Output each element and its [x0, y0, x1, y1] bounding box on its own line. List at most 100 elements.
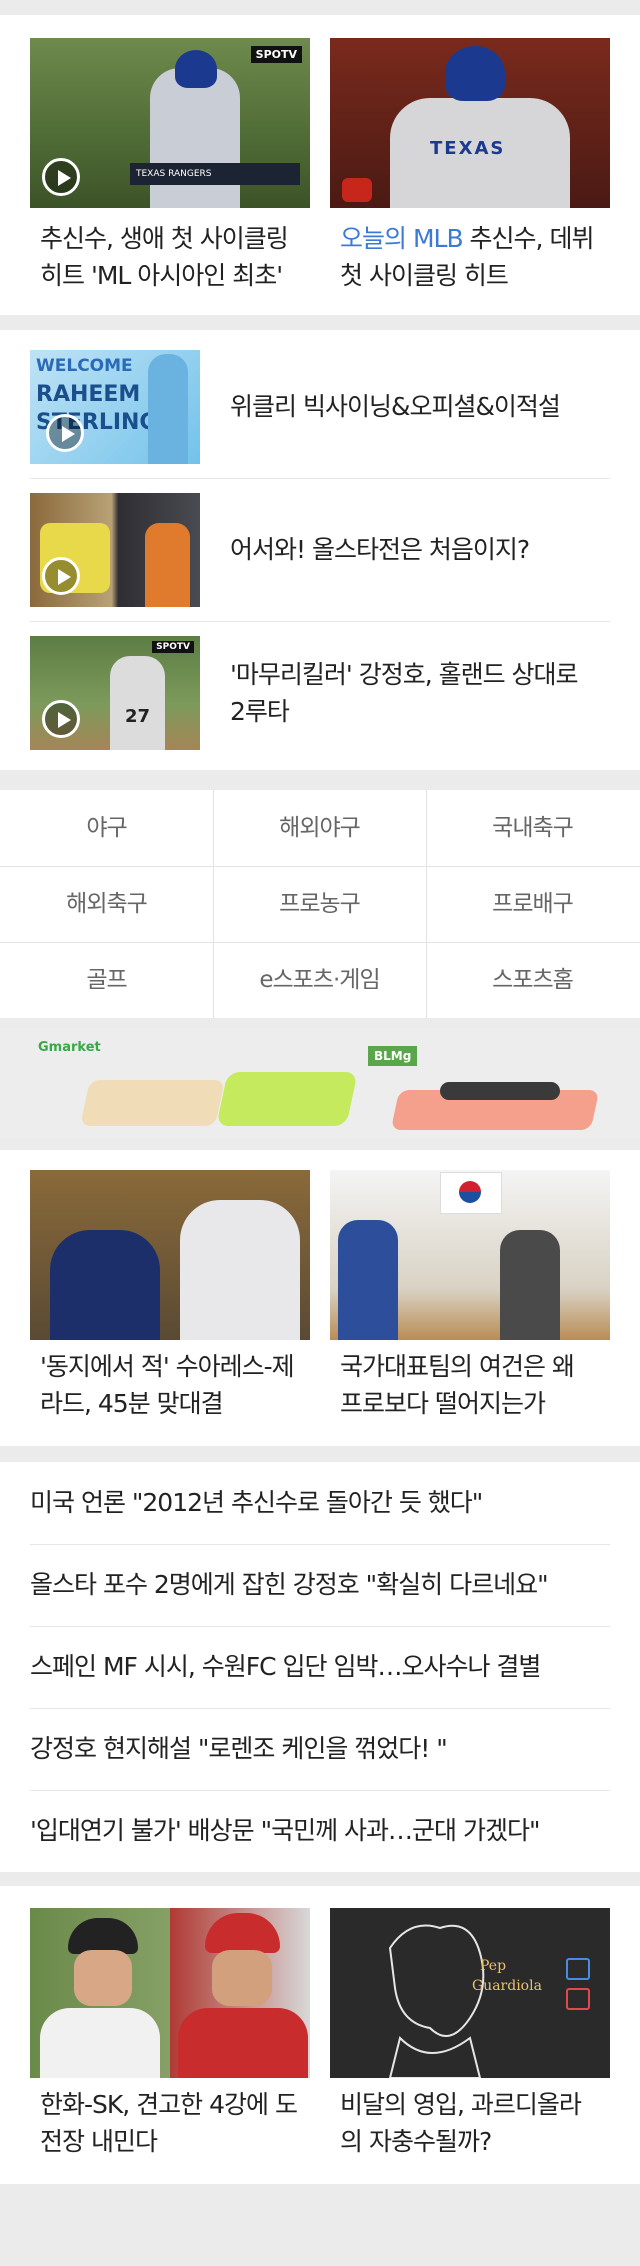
thumb-text-welcome: WELCOME: [36, 356, 133, 376]
bottom-article-title-2-line1: 비달의 영입, 과르디올라: [340, 2090, 582, 2119]
play-icon[interactable]: [42, 557, 80, 595]
video-thumb-choo-2[interactable]: TEXAS: [330, 38, 610, 208]
player-figure: [150, 68, 240, 208]
player-dark-shirt: [50, 1230, 160, 1340]
photo-article-title-1-line1: '동지에서 적' 수아레스-제: [40, 1352, 295, 1381]
grid-line-v2: [426, 790, 427, 1018]
play-icon[interactable]: [42, 158, 80, 196]
video-thumb-choo-1[interactable]: TEXAS RANGERS SPOTV: [30, 38, 310, 208]
reclining-person: [440, 1082, 560, 1100]
bottom-article-title-1-line1: 한화-SK, 견고한 4강에 도: [40, 2090, 298, 2119]
player-helmet: [445, 46, 505, 101]
headline-item[interactable]: 강정호 현지해설 "로렌조 케인을 꺾었다! ": [30, 1708, 610, 1790]
list-item-title-line2: 2루타: [230, 697, 290, 726]
coach-left-face: [74, 1950, 132, 2006]
thumb-text-raheem: RAHEEM: [36, 382, 141, 407]
neon-text-pep: Pep: [480, 1958, 507, 1974]
category-mlb[interactable]: 해외야구: [213, 790, 426, 866]
player-jersey: [145, 523, 190, 607]
coach-right-cap: [205, 1913, 280, 1953]
list-item[interactable]: 어서와! 올스타전은 처음이지?: [30, 493, 610, 607]
mlb-prefix: 오늘의 MLB: [340, 224, 464, 253]
list-item-title-line1: 위클리 빅사이닝&오피셜&이적설: [230, 392, 561, 421]
headline-list: 미국 언론 "2012년 추신수로 돌아간 듯 했다" 올스타 포수 2명에게 …: [0, 1462, 640, 1872]
list-item-title: 어서와! 올스타전은 처음이지?: [230, 531, 610, 568]
bottom-article-section: 한화-SK, 견고한 4강에 도 전장 내민다 Pep Guardiola 비달…: [0, 1886, 640, 2184]
photo-guardiola-neon[interactable]: Pep Guardiola: [330, 1908, 610, 2078]
jersey-text: TEXAS: [430, 138, 506, 159]
player-figure: [110, 656, 165, 750]
blmg-logo: BLMg: [368, 1046, 418, 1066]
list-item-title: '마무리킬러' 강정호, 홀랜드 상대로 2루타: [230, 656, 610, 730]
bottom-article-title-1-line2: 전장 내민다: [40, 2127, 158, 2156]
category-golf[interactable]: 골프: [0, 942, 213, 1018]
jersey-number: 27: [125, 706, 151, 727]
photo-article-title-2[interactable]: 국가대표팀의 여건은 왜 프로보다 떨어지는가: [340, 1348, 610, 1422]
photo-hanwha-sk[interactable]: [30, 1908, 310, 2078]
category-basketball[interactable]: 프로농구: [213, 866, 426, 942]
photo-article-section: '동지에서 적' 수아레스-제 라드, 45분 맞대결 국가대표팀의 여건은 왜…: [0, 1150, 640, 1446]
video-title-2-line2: 첫 사이클링 히트: [340, 261, 509, 290]
photo-national-team[interactable]: [330, 1170, 610, 1340]
category-esports[interactable]: e스포츠·게임: [213, 942, 426, 1018]
video-title-2-line1: 오늘의 MLB 추신수, 데뷔: [340, 220, 610, 257]
photo-article-title-1-line2: 라드, 45분 맞대결: [40, 1389, 224, 1418]
sofa-beige: [80, 1080, 225, 1126]
divider: [30, 478, 610, 479]
photo-article-title-2-line1: 국가대표팀의 여건은 왜: [340, 1352, 575, 1381]
thumbs-up-icon: [566, 1958, 590, 1980]
coach-right-face: [212, 1950, 272, 2006]
list-item-title-line1: '마무리킬러' 강정호, 홀랜드 상대로: [230, 660, 579, 689]
video-thumb-sterling: WELCOME RAHEEM STERLING: [30, 350, 200, 464]
category-volleyball[interactable]: 프로배구: [426, 866, 639, 942]
coach-left-cap: [68, 1918, 138, 1954]
play-icon[interactable]: [42, 700, 80, 738]
sofa-green: [216, 1072, 358, 1126]
player-helmet: [175, 50, 217, 88]
category-grid: 야구 해외야구 국내축구 해외축구 프로농구 프로배구 골프 e스포츠·게임 스…: [0, 790, 640, 1018]
thumbs-down-icon: [566, 1988, 590, 2010]
glove: [342, 178, 372, 202]
coach-left-body: [40, 2008, 160, 2078]
video-title-2-text: 추신수, 데뷔: [462, 224, 595, 253]
neon-text-guardiola: Guardiola: [472, 1978, 542, 1994]
grid-line-h1: [0, 866, 640, 867]
bottom-article-title-2[interactable]: 비달의 영입, 과르디올라 의 자충수될까?: [340, 2086, 610, 2160]
headline-item[interactable]: '입대연기 불가' 배상문 "국민께 사과…군대 가겠다": [30, 1790, 610, 1872]
video-list-section: WELCOME RAHEEM STERLING 위클리 빅사이닝&오피셜&이적설…: [0, 330, 640, 770]
headline-item[interactable]: 미국 언론 "2012년 추신수로 돌아간 듯 했다": [30, 1462, 610, 1544]
photo-suarez-gerrard[interactable]: [30, 1170, 310, 1340]
player-figure: [148, 354, 188, 464]
category-baseball[interactable]: 야구: [0, 790, 213, 866]
grid-line-v1: [213, 790, 214, 1018]
divider: [30, 621, 610, 622]
category-world-soccer[interactable]: 해외축구: [0, 866, 213, 942]
ad-banner[interactable]: Gmarket BLMg: [0, 1028, 640, 1138]
bottom-article-title-1[interactable]: 한화-SK, 견고한 4강에 도 전장 내민다: [40, 2086, 310, 2160]
video-title-1-line1: 추신수, 생애 첫 사이클링: [40, 224, 289, 253]
video-title-1[interactable]: 추신수, 생애 첫 사이클링 히트 'ML 아시아인 최초': [40, 220, 310, 294]
list-item-title: 위클리 빅사이닝&오피셜&이적설: [230, 388, 610, 425]
spotv-badge: SPOTV: [250, 46, 302, 63]
photo-article-title-1[interactable]: '동지에서 적' 수아레스-제 라드, 45분 맞대결: [40, 1348, 310, 1422]
grid-line-h2: [0, 942, 640, 943]
category-sports-home[interactable]: 스포츠홈: [426, 942, 639, 1018]
video-title-2[interactable]: 오늘의 MLB 추신수, 데뷔 첫 사이클링 히트: [340, 220, 610, 294]
bottom-article-title-2-line2: 의 자충수될까?: [340, 2127, 492, 2156]
player-right: [500, 1230, 560, 1340]
list-item-title-line1: 어서와! 올스타전은 처음이지?: [230, 535, 530, 564]
spotv-badge: SPOTV: [152, 641, 194, 653]
player-left: [338, 1220, 398, 1340]
gmarket-logo: Gmarket: [38, 1040, 101, 1055]
photo-article-title-2-line2: 프로보다 떨어지는가: [340, 1389, 546, 1418]
score-bar: TEXAS RANGERS: [130, 163, 300, 185]
video-title-1-line2: 히트 'ML 아시아인 최초': [40, 261, 283, 290]
video-thumb-allstar: [30, 493, 200, 607]
flag-emblem: [459, 1181, 481, 1203]
play-icon[interactable]: [46, 414, 84, 452]
list-item[interactable]: SPOTV 27 '마무리킬러' 강정호, 홀랜드 상대로 2루타: [30, 636, 610, 750]
headline-item[interactable]: 올스타 포수 2명에게 잡힌 강정호 "확실히 다르네요": [30, 1544, 610, 1626]
headline-item[interactable]: 스페인 MF 시시, 수원FC 입단 임박…오사수나 결별: [30, 1626, 610, 1708]
category-kleague[interactable]: 국내축구: [426, 790, 639, 866]
list-item[interactable]: WELCOME RAHEEM STERLING 위클리 빅사이닝&오피셜&이적설: [30, 350, 610, 464]
